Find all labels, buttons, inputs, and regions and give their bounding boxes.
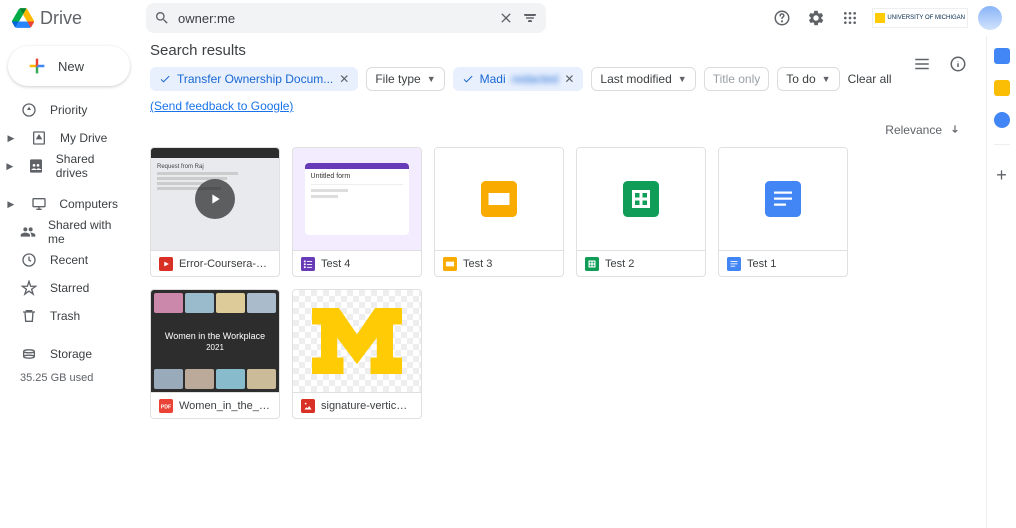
new-button[interactable]: New bbox=[8, 46, 130, 86]
file-name: Women_in_the_Workplace_... bbox=[179, 400, 271, 412]
drive-logo-area[interactable]: Drive bbox=[8, 7, 138, 29]
file-name: signature-vertical-white.png bbox=[321, 400, 413, 412]
shared-drives-icon bbox=[28, 157, 44, 175]
page-title: Search results bbox=[150, 42, 974, 59]
file-tile[interactable]: Test 2 bbox=[576, 147, 706, 277]
image-icon bbox=[301, 399, 315, 413]
settings-icon[interactable] bbox=[804, 6, 828, 30]
docs-icon bbox=[727, 257, 741, 271]
file-tile[interactable]: signature-vertical-white.png bbox=[292, 289, 422, 419]
nav-label: Shared drives bbox=[56, 152, 118, 180]
sidebar-item-shared-drives[interactable]: ▶ Shared drives bbox=[0, 152, 130, 180]
chip-last-modified[interactable]: Last modified ▼ bbox=[591, 67, 695, 91]
file-name: Error-Coursera-Results.we... bbox=[179, 258, 271, 270]
sidebar-item-priority[interactable]: Priority bbox=[0, 96, 130, 124]
list-view-toggle-icon[interactable] bbox=[910, 52, 934, 76]
slides-icon bbox=[443, 257, 457, 271]
nav-label: Storage bbox=[50, 347, 92, 361]
chip-person[interactable]: Madi redacted ✕ bbox=[453, 67, 584, 91]
file-name: Test 1 bbox=[747, 258, 776, 270]
plus-icon bbox=[26, 55, 48, 77]
nav-label: Trash bbox=[50, 309, 80, 323]
arrow-down-icon bbox=[948, 123, 962, 137]
michigan-logo-thumb bbox=[312, 308, 402, 374]
chip-close-icon[interactable]: ✕ bbox=[564, 72, 574, 86]
check-icon bbox=[159, 73, 171, 85]
video-icon bbox=[159, 257, 173, 271]
shared-with-me-icon bbox=[20, 223, 36, 241]
chip-file-type[interactable]: File type ▼ bbox=[366, 67, 444, 91]
feedback-link[interactable]: (Send feedback to Google) bbox=[150, 99, 293, 113]
clear-all-button[interactable]: Clear all bbox=[848, 72, 892, 86]
sort-button[interactable]: Relevance bbox=[885, 123, 962, 137]
calendar-addon-icon[interactable] bbox=[994, 48, 1010, 64]
nav-label: Computers bbox=[59, 197, 118, 211]
trash-icon bbox=[20, 307, 38, 325]
priority-icon bbox=[20, 101, 38, 119]
file-name: Test 4 bbox=[321, 258, 350, 270]
nav-label: My Drive bbox=[60, 131, 107, 145]
recent-icon bbox=[20, 251, 38, 269]
play-icon bbox=[195, 179, 235, 219]
sheets-icon bbox=[585, 257, 599, 271]
computers-icon bbox=[30, 195, 48, 213]
app-name: Drive bbox=[40, 8, 82, 29]
sheets-icon bbox=[623, 181, 659, 217]
starred-icon bbox=[20, 279, 38, 297]
search-input[interactable] bbox=[178, 11, 490, 26]
pdf-icon: PDF bbox=[159, 399, 173, 413]
chip-title-only[interactable]: Title only bbox=[704, 67, 770, 91]
mydrive-icon bbox=[30, 129, 48, 147]
sidebar-item-shared-with-me[interactable]: Shared with me bbox=[0, 218, 130, 246]
chip-close-icon[interactable]: ✕ bbox=[339, 72, 349, 86]
chevron-down-icon: ▼ bbox=[678, 74, 687, 84]
sidebar-item-recent[interactable]: Recent bbox=[0, 246, 130, 274]
chevron-down-icon: ▼ bbox=[427, 74, 436, 84]
nav-label: Starred bbox=[50, 281, 89, 295]
add-addon-icon[interactable]: + bbox=[996, 165, 1007, 186]
info-icon[interactable] bbox=[946, 52, 970, 76]
sidebar-item-computers[interactable]: ▶ Computers bbox=[0, 190, 130, 218]
svg-text:PDF: PDF bbox=[161, 404, 172, 410]
file-name: Test 3 bbox=[463, 258, 492, 270]
sidebar-item-storage[interactable]: Storage bbox=[0, 340, 130, 368]
keep-addon-icon[interactable] bbox=[994, 80, 1010, 96]
nav-label: Priority bbox=[50, 103, 87, 117]
search-icon bbox=[154, 10, 170, 26]
forms-icon bbox=[301, 257, 315, 271]
file-tile[interactable]: Test 3 bbox=[434, 147, 564, 277]
help-icon[interactable] bbox=[770, 6, 794, 30]
nav-label: Recent bbox=[50, 253, 88, 267]
docs-icon bbox=[765, 181, 801, 217]
search-bar[interactable] bbox=[146, 3, 546, 33]
chevron-right-icon[interactable]: ▶ bbox=[4, 199, 18, 210]
storage-icon bbox=[20, 345, 38, 363]
chip-to-do[interactable]: To do ▼ bbox=[777, 67, 839, 91]
sidebar-item-starred[interactable]: Starred bbox=[0, 274, 130, 302]
sidebar-item-trash[interactable]: Trash bbox=[0, 302, 130, 330]
search-options-icon[interactable] bbox=[522, 10, 538, 26]
file-tile[interactable]: Women in the Workplace 2021 PDF Women_in… bbox=[150, 289, 280, 419]
check-icon bbox=[462, 73, 474, 85]
new-button-label: New bbox=[58, 59, 84, 74]
clear-search-icon[interactable] bbox=[498, 10, 514, 26]
sidebar-item-my-drive[interactable]: ▶ My Drive bbox=[0, 124, 130, 152]
chip-transfer-ownership[interactable]: Transfer Ownership Docum... ✕ bbox=[150, 67, 358, 91]
chevron-down-icon: ▼ bbox=[822, 74, 831, 84]
account-avatar[interactable] bbox=[978, 6, 1002, 30]
nav-label: Shared with me bbox=[48, 218, 118, 246]
file-name: Test 2 bbox=[605, 258, 634, 270]
storage-used-text: 35.25 GB used bbox=[0, 368, 138, 388]
org-logo[interactable]: UNIVERSITY OF MICHIGAN bbox=[872, 8, 968, 28]
apps-icon[interactable] bbox=[838, 6, 862, 30]
file-tile[interactable]: Request from Raj Error-Coursera-Results.… bbox=[150, 147, 280, 277]
file-tile[interactable]: Test 1 bbox=[718, 147, 848, 277]
file-tile[interactable]: Untitled form Test 4 bbox=[292, 147, 422, 277]
tasks-addon-icon[interactable] bbox=[994, 112, 1010, 128]
slides-icon bbox=[481, 181, 517, 217]
chevron-right-icon[interactable]: ▶ bbox=[4, 161, 16, 172]
drive-logo-icon bbox=[12, 7, 34, 29]
chevron-right-icon[interactable]: ▶ bbox=[4, 133, 18, 144]
